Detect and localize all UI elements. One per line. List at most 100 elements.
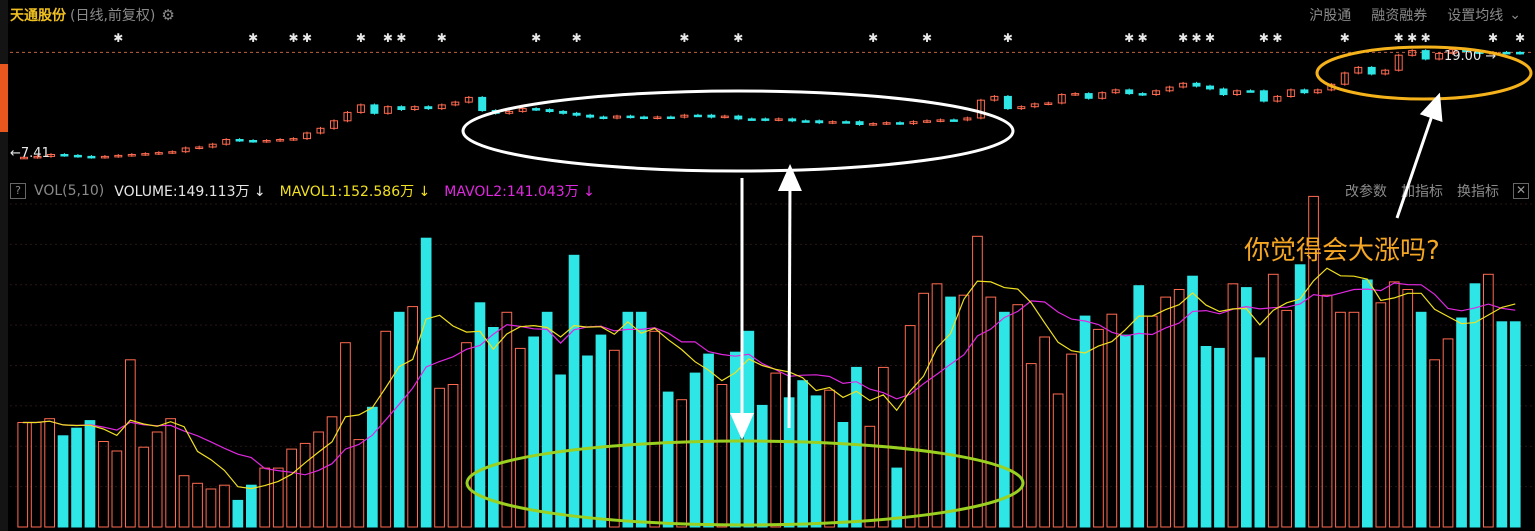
volume-bar — [703, 353, 714, 528]
volume-bar — [30, 422, 42, 528]
annotation-question: 你觉得会大涨吗? — [1244, 236, 1440, 266]
volume-bar — [1120, 334, 1131, 528]
event-marker[interactable]: ✱ — [1394, 31, 1404, 45]
candle-body — [532, 108, 541, 111]
price-low-label: ←7.41 — [10, 146, 50, 161]
volume-bar — [98, 441, 109, 528]
volume-bar — [219, 484, 230, 528]
volume-bar — [528, 336, 539, 528]
price-panel: 天通股份 (日线,前复权) ⚙ 沪股通 融资融券 设置均线 ⌄ ✱ ✱ ✱ ✱ ✱ ✱ ✱ ✱… — [10, 0, 1533, 176]
event-marker[interactable]: ✱ — [1178, 31, 1188, 45]
event-marker[interactable]: ✱ — [922, 31, 932, 45]
candle-body — [572, 112, 581, 116]
volume-bar — [1483, 273, 1494, 528]
candle-body — [397, 106, 406, 110]
volume-bar — [501, 311, 513, 528]
candle-body — [734, 115, 743, 120]
volume-bar — [1146, 315, 1158, 528]
volume-bar — [1321, 294, 1333, 528]
volume-bar — [393, 311, 405, 528]
volume-bar — [71, 427, 82, 528]
candle-body — [1421, 50, 1430, 60]
volume-bar — [326, 416, 338, 528]
candle-body — [1219, 88, 1228, 96]
candle-body — [1138, 93, 1147, 96]
volume-bar — [57, 435, 69, 528]
event-marker[interactable]: ✱ — [248, 31, 258, 45]
candle-body — [559, 110, 568, 114]
volume-bar — [689, 372, 701, 528]
event-marker[interactable]: ✱ — [572, 31, 582, 45]
candle-body — [1003, 95, 1012, 110]
event-marker[interactable]: ✱ — [288, 31, 298, 45]
event-marker[interactable]: ✱ — [679, 31, 689, 45]
event-marker[interactable]: ✱ — [302, 31, 312, 45]
event-marker[interactable]: ✱ — [1259, 31, 1269, 45]
event-marker[interactable]: ✱ — [1407, 31, 1417, 45]
candle-body — [949, 119, 958, 122]
event-marker[interactable]: ✱ — [356, 31, 366, 45]
candle-body — [478, 96, 487, 112]
volume-bar — [434, 387, 445, 528]
volume-bar — [340, 342, 351, 528]
event-marker[interactable]: ✱ — [1488, 31, 1498, 45]
volume-bar — [541, 311, 553, 528]
event-marker[interactable]: ✱ — [383, 31, 393, 45]
event-marker[interactable]: ✱ — [396, 31, 406, 45]
volume-bar — [1496, 321, 1508, 528]
side-tab-marker[interactable] — [0, 64, 8, 132]
volume-bar — [125, 359, 136, 528]
volume-bar — [1442, 338, 1454, 528]
event-marker[interactable]: ✱ — [1003, 31, 1013, 45]
volume-bar — [1335, 311, 1346, 528]
candle-body — [491, 110, 500, 114]
volume-bar — [1415, 311, 1427, 528]
candle-body — [801, 120, 810, 123]
candle-body — [235, 139, 244, 142]
volume-bar — [1362, 279, 1373, 528]
event-marker[interactable]: ✱ — [868, 31, 878, 45]
candle-body — [788, 118, 797, 122]
candle-body — [545, 109, 554, 112]
volume-bar — [864, 425, 876, 528]
volume-bar — [770, 372, 782, 528]
event-marker[interactable]: ✱ — [1124, 31, 1134, 45]
volume-bar — [461, 342, 472, 528]
candle-body — [1259, 90, 1268, 102]
volume-bar — [797, 380, 808, 528]
candle-body — [707, 114, 716, 118]
volume-bar — [178, 475, 190, 528]
event-marker[interactable]: ✱ — [1205, 31, 1215, 45]
candle-body — [73, 154, 82, 158]
volume-bar — [272, 467, 284, 528]
volume-bar — [824, 389, 835, 528]
volume-bar — [958, 294, 970, 528]
volume-bar — [622, 311, 634, 528]
event-marker[interactable]: ✱ — [531, 31, 541, 45]
event-marker[interactable]: ✱ — [437, 31, 447, 45]
event-marker[interactable]: ✱ — [1340, 31, 1350, 45]
volume-bar — [972, 235, 983, 528]
event-marker[interactable]: ✱ — [1191, 31, 1201, 45]
candle-body — [640, 116, 648, 119]
volume-bar — [676, 399, 687, 528]
event-marker[interactable]: ✱ — [1272, 31, 1282, 45]
event-marker[interactable]: ✱ — [1421, 31, 1431, 45]
candle-body — [896, 122, 904, 125]
volume-bar — [904, 325, 916, 528]
volume-bar — [1456, 317, 1467, 528]
volume-bar — [380, 330, 392, 528]
event-marker[interactable]: ✱ — [1138, 31, 1148, 45]
candle-body — [815, 120, 824, 124]
volume-bar — [1267, 273, 1279, 528]
candle-body — [626, 115, 635, 119]
event-marker[interactable]: ✱ — [113, 31, 123, 45]
volume-bar — [756, 404, 768, 528]
volume-bar — [1509, 321, 1521, 528]
volume-bar — [367, 406, 378, 528]
volume-bar — [582, 355, 593, 528]
volume-bar — [259, 467, 271, 528]
event-marker[interactable]: ✱ — [1515, 31, 1525, 45]
candle-body — [87, 155, 96, 159]
event-marker[interactable]: ✱ — [733, 31, 743, 45]
